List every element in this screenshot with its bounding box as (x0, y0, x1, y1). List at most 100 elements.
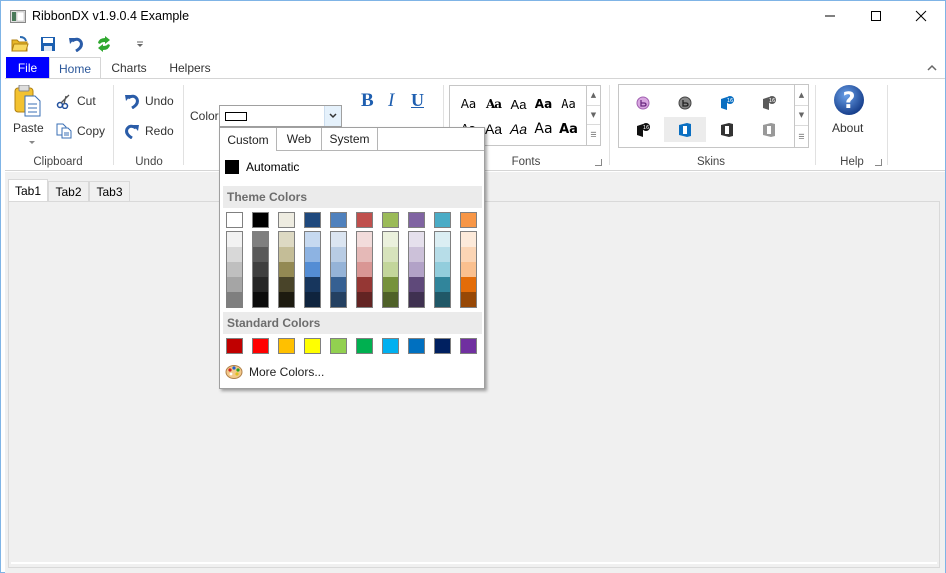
theme-shade-swatch[interactable] (331, 292, 346, 307)
standard-color-swatch[interactable] (460, 338, 477, 354)
theme-shade-swatch[interactable] (383, 262, 398, 277)
standard-color-swatch[interactable] (356, 338, 373, 354)
bold-button[interactable]: B (361, 90, 374, 112)
fonts-dialog-launcher[interactable] (595, 159, 602, 166)
theme-shade-swatch[interactable] (305, 262, 320, 277)
copy-button[interactable]: Copy (55, 122, 105, 140)
theme-shade-swatch[interactable] (461, 247, 476, 262)
color-dropdown-button[interactable] (324, 106, 341, 126)
scroll-up-button[interactable]: ▲ (795, 85, 808, 106)
theme-color-swatch[interactable] (434, 212, 451, 228)
theme-shade-swatch[interactable] (357, 277, 372, 292)
theme-shade-swatch[interactable] (305, 247, 320, 262)
theme-shade-swatch[interactable] (253, 247, 268, 262)
close-button[interactable] (898, 1, 944, 31)
gallery-expand-button[interactable]: ☰ (587, 125, 600, 145)
skins-gallery[interactable]: 16 16 16 ▲ ▼ ☰ (618, 84, 809, 148)
undo-button[interactable]: Undo (123, 92, 174, 110)
tab-home[interactable]: Home (49, 57, 101, 80)
standard-color-swatch[interactable] (226, 338, 243, 354)
scroll-down-button[interactable]: ▼ (795, 106, 808, 127)
help-dialog-launcher[interactable] (875, 159, 882, 166)
theme-color-swatch[interactable] (460, 212, 477, 228)
automatic-color-option[interactable]: Automatic (225, 160, 299, 174)
gallery-expand-button[interactable]: ☰ (795, 126, 808, 147)
theme-shade-swatch[interactable] (461, 292, 476, 307)
theme-shade-swatch[interactable] (253, 292, 268, 307)
maximize-button[interactable] (853, 1, 899, 31)
theme-color-swatch[interactable] (304, 212, 321, 228)
italic-button[interactable]: I (388, 90, 394, 112)
color-combobox[interactable] (219, 105, 342, 127)
tab-file[interactable]: File (6, 57, 49, 79)
theme-shade-swatch[interactable] (227, 292, 242, 307)
font-item[interactable]: Aa (481, 92, 506, 116)
theme-color-swatch[interactable] (252, 212, 269, 228)
content-tab-1[interactable]: Tab1 (8, 179, 48, 201)
theme-shade-swatch[interactable] (383, 232, 398, 247)
theme-shade-swatch[interactable] (227, 247, 242, 262)
redo-button[interactable]: Redo (123, 122, 174, 140)
scroll-up-button[interactable]: ▲ (587, 86, 600, 106)
theme-color-swatch[interactable] (226, 212, 243, 228)
standard-color-swatch[interactable] (278, 338, 295, 354)
theme-color-swatch[interactable] (382, 212, 399, 228)
skin-office2016-black[interactable]: 16 (622, 117, 664, 142)
theme-shade-swatch[interactable] (331, 277, 346, 292)
skin-office-light[interactable] (748, 117, 790, 142)
theme-shade-swatch[interactable] (357, 262, 372, 277)
theme-shade-swatch[interactable] (305, 232, 320, 247)
theme-shade-swatch[interactable] (279, 247, 294, 262)
content-tab-2[interactable]: Tab2 (48, 181, 89, 201)
theme-shade-swatch[interactable] (383, 247, 398, 262)
theme-shade-swatch[interactable] (253, 262, 268, 277)
theme-shade-swatch[interactable] (357, 247, 372, 262)
theme-shade-swatch[interactable] (279, 262, 294, 277)
about-button[interactable]: ? About (827, 84, 871, 140)
theme-shade-swatch[interactable] (331, 262, 346, 277)
standard-color-swatch[interactable] (304, 338, 321, 354)
theme-shade-swatch[interactable] (227, 277, 242, 292)
qat-save-button[interactable] (35, 34, 61, 54)
theme-shade-swatch[interactable] (461, 262, 476, 277)
theme-shade-swatch[interactable] (409, 262, 424, 277)
theme-shade-swatch[interactable] (331, 247, 346, 262)
theme-shade-swatch[interactable] (435, 262, 450, 277)
qat-undo-button[interactable] (63, 34, 89, 54)
tab-helpers[interactable]: Helpers (165, 57, 215, 79)
theme-shade-swatch[interactable] (357, 232, 372, 247)
font-item[interactable]: Aa (506, 117, 531, 141)
theme-shade-swatch[interactable] (435, 247, 450, 262)
theme-shade-swatch[interactable] (227, 232, 242, 247)
theme-shade-swatch[interactable] (227, 262, 242, 277)
skin-office2016-blue[interactable]: 16 (706, 90, 748, 115)
color-tab-web[interactable]: Web (277, 128, 322, 151)
theme-shade-swatch[interactable] (357, 292, 372, 307)
standard-color-swatch[interactable] (408, 338, 425, 354)
font-item[interactable]: Aa (556, 92, 581, 116)
skin-office-blue[interactable] (664, 117, 706, 142)
minimize-button[interactable] (807, 1, 853, 31)
theme-shade-swatch[interactable] (279, 232, 294, 247)
cut-button[interactable]: Cut (55, 92, 96, 110)
theme-shade-swatch[interactable] (383, 292, 398, 307)
qat-refresh-button[interactable] (91, 34, 117, 54)
theme-shade-swatch[interactable] (253, 277, 268, 292)
qat-customize-button[interactable] (127, 34, 153, 54)
theme-shade-swatch[interactable] (383, 277, 398, 292)
theme-shade-swatch[interactable] (409, 232, 424, 247)
standard-color-swatch[interactable] (330, 338, 347, 354)
font-item[interactable]: Aa (531, 92, 556, 116)
skin-purple-b[interactable] (622, 90, 664, 115)
skin-gray-b[interactable] (664, 90, 706, 115)
theme-color-swatch[interactable] (356, 212, 373, 228)
theme-shade-swatch[interactable] (409, 292, 424, 307)
standard-color-swatch[interactable] (382, 338, 399, 354)
theme-shade-swatch[interactable] (409, 277, 424, 292)
theme-shade-swatch[interactable] (305, 277, 320, 292)
font-item[interactable]: Aa (506, 92, 531, 116)
font-item[interactable]: Aa (531, 117, 556, 141)
paste-button[interactable]: Paste (9, 85, 45, 147)
theme-shade-swatch[interactable] (435, 277, 450, 292)
qat-open-button[interactable] (7, 34, 33, 54)
